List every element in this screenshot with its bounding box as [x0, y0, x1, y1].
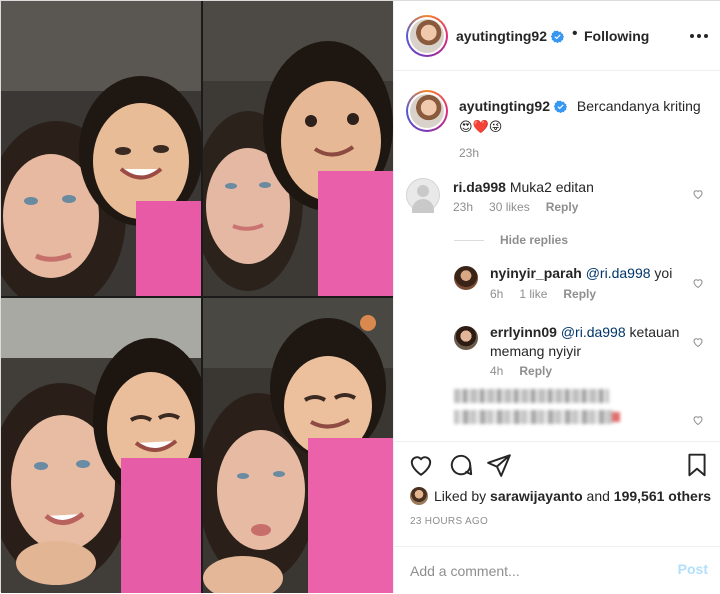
verified-badge-icon — [551, 30, 565, 43]
reply-body: yoi — [654, 265, 673, 281]
comment-username[interactable]: ri.da998 — [453, 179, 506, 195]
likes-summary: Liked by sarawijayanto and 199,561 other… — [410, 487, 711, 505]
reply-time[interactable]: 4h — [490, 364, 503, 378]
reply-time[interactable]: 6h — [490, 287, 503, 301]
like-comment-icon[interactable] — [692, 188, 704, 200]
caption-text: ayutingting92 Bercandanya kriting 😍❤️😜 — [459, 96, 709, 137]
heart-icon[interactable] — [408, 452, 434, 478]
following-button[interactable]: Following — [584, 28, 649, 44]
post-header: ayutingting92 • Following — [394, 1, 720, 71]
comment-text: ri.da998 Muka2 editan — [453, 178, 594, 197]
post-photo-collage[interactable] — [1, 1, 393, 593]
caption-emoji: 😍❤️😜 — [459, 119, 503, 134]
likes-conjunction: and — [586, 488, 610, 504]
reply-reply-button[interactable]: Reply — [563, 287, 596, 301]
hide-replies-toggle[interactable]: Hide replies — [454, 233, 568, 247]
photo-tile-top-left — [1, 1, 201, 296]
reply-reply-button[interactable]: Reply — [519, 364, 552, 378]
comment-meta: 23h 30 likes Reply — [453, 200, 594, 214]
reply-mention[interactable]: @ri.da998 — [561, 324, 626, 340]
add-comment-input[interactable] — [410, 559, 660, 583]
share-icon[interactable] — [486, 452, 512, 478]
caption-username-text[interactable]: ayutingting92 — [459, 98, 550, 114]
caption-author-avatar[interactable] — [406, 90, 448, 132]
reply-meta: 6h 1 like Reply — [490, 287, 612, 301]
comments-section: ayutingting92 Bercandanya kriting 😍❤️😜 2… — [394, 72, 720, 440]
verified-badge-icon — [554, 100, 568, 113]
author-avatar[interactable] — [406, 15, 448, 57]
follow-separator: • — [572, 25, 578, 42]
comment-body: Muka2 editan — [509, 179, 594, 195]
reply-likes[interactable]: 1 like — [519, 287, 547, 301]
post-actions: Liked by sarawijayanto and 199,561 other… — [394, 441, 720, 593]
likes-count[interactable]: 199,561 others — [614, 488, 711, 504]
reply-avatar[interactable] — [454, 266, 478, 290]
blurred-comment-line-2 — [454, 410, 620, 424]
reply-text: nyinyir_parah @ri.da998 yoi — [490, 264, 672, 283]
reply-username[interactable]: nyinyir_parah — [490, 265, 582, 281]
commenter-avatar[interactable] — [406, 178, 440, 213]
hide-replies-divider — [454, 240, 484, 242]
add-comment-bar: Post — [394, 546, 720, 594]
author-username[interactable]: ayutingting92 — [456, 28, 565, 44]
post-timestamp[interactable]: 23 HOURS AGO — [410, 516, 488, 527]
photo-tile-top-right — [203, 1, 393, 296]
comment-time[interactable]: 23h — [453, 200, 473, 214]
instagram-post-window: ayutingting92 • Following ayutingting92 … — [0, 0, 720, 593]
liker-username[interactable]: sarawijayanto — [490, 488, 583, 504]
caption-timestamp[interactable]: 23h — [459, 146, 479, 160]
comment-likes[interactable]: 30 likes — [489, 200, 530, 214]
like-comment-icon[interactable] — [692, 414, 704, 426]
reply-meta: 4h Reply — [490, 364, 568, 378]
reply-avatar[interactable] — [454, 326, 478, 350]
blurred-comment-line-1 — [454, 389, 609, 403]
comment-reply-button[interactable]: Reply — [546, 200, 579, 214]
comment-icon[interactable] — [448, 452, 474, 478]
more-options-icon[interactable] — [688, 27, 710, 45]
post-comment-button[interactable]: Post — [678, 561, 708, 577]
liker-avatar[interactable] — [410, 487, 428, 505]
hide-replies-label[interactable]: Hide replies — [500, 233, 568, 247]
like-reply-icon[interactable] — [692, 277, 704, 289]
caption-username[interactable]: ayutingting92 — [459, 98, 568, 114]
author-username-text[interactable]: ayutingting92 — [456, 28, 547, 44]
reply-username[interactable]: errlyinn09 — [490, 324, 557, 340]
bookmark-icon[interactable] — [684, 452, 710, 478]
like-reply-icon[interactable] — [692, 336, 704, 348]
caption-body: Bercandanya kriting — [576, 98, 701, 114]
post-details-panel: ayutingting92 • Following ayutingting92 … — [393, 1, 720, 593]
photo-tile-bottom-left — [1, 298, 201, 593]
photo-tile-bottom-right — [203, 298, 393, 593]
reply-mention[interactable]: @ri.da998 — [586, 265, 651, 281]
reply-text: errlyinn09 @ri.da998 ketauan memang nyiy… — [490, 323, 690, 361]
likes-prefix: Liked by — [434, 488, 487, 504]
